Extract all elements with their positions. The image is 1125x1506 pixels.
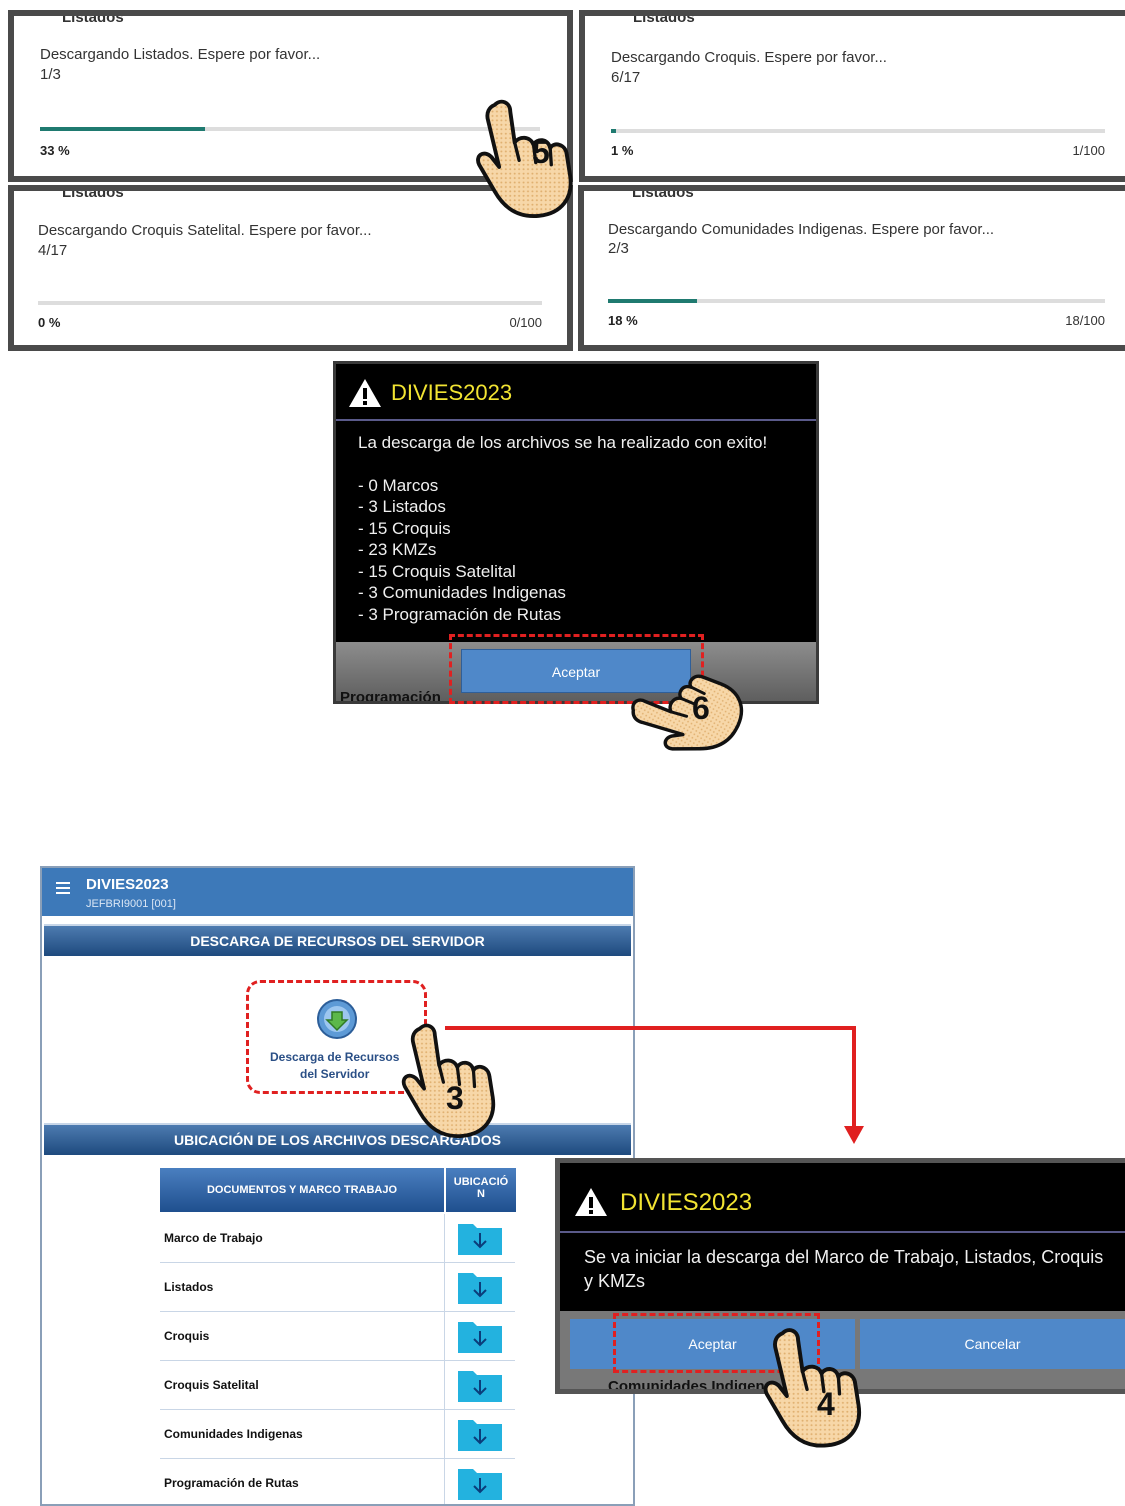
dialog-item: - 0 Marcos [358, 476, 439, 495]
app-title: DIVIES2023 [86, 876, 169, 893]
table-header-documents: DOCUMENTOS Y MARCO TRABAJO [160, 1168, 444, 1212]
pointing-hand-icon [472, 96, 584, 218]
folder-download-icon[interactable] [457, 1269, 503, 1305]
section-header-download: DESCARGA DE RECURSOS DEL SERVIDOR [44, 924, 631, 956]
progress-dialog-comunidades: Listados Descargando Comunidades Indigen… [578, 185, 1125, 351]
background-label: Listados [62, 185, 124, 201]
dialog-divider [560, 1231, 1125, 1233]
pointing-hand-icon [623, 654, 753, 762]
row-label: Marco de Trabajo [164, 1231, 263, 1245]
progress-count: 18/100 [1065, 313, 1105, 328]
progress-track [611, 129, 1105, 133]
row-label: Listados [164, 1280, 214, 1294]
dialog-item: - 15 Croquis Satelital [358, 562, 516, 581]
progress-step: 4/17 [38, 242, 68, 259]
dialog-message-line2: y KMZs [584, 1271, 645, 1291]
progress-track [608, 299, 1105, 303]
background-label: Listados [632, 185, 694, 201]
row-label: Croquis [164, 1329, 210, 1343]
row-label: Comunidades Indigenas [164, 1427, 303, 1441]
folder-download-icon[interactable] [457, 1367, 503, 1403]
files-table: DOCUMENTOS Y MARCO TRABAJO UBICACIÓ N Ma… [160, 1168, 517, 1504]
table-row: Listados [160, 1263, 515, 1312]
step-number-4: 4 [817, 1386, 835, 1422]
progress-dialog-croquis: Listados Descargando Croquis. Espere por… [579, 10, 1125, 182]
progress-step: 6/17 [611, 69, 641, 86]
table-row: Croquis Satelital [160, 1361, 515, 1410]
dialog-item: - 23 KMZs [358, 540, 437, 559]
folder-download-icon[interactable] [457, 1416, 503, 1452]
progress-count: 1/100 [1072, 143, 1105, 158]
table-row: Croquis [160, 1312, 515, 1361]
app-subtitle: JEFBRI9001 [001] [86, 898, 176, 910]
dialog-item: - 15 Croquis [358, 519, 451, 538]
row-label: Programación de Rutas [164, 1476, 299, 1490]
progress-message: Descargando Croquis Satelital. Espere po… [38, 222, 372, 239]
progress-fill [611, 129, 616, 133]
dialog-item: - 3 Comunidades Indigenas [358, 583, 566, 602]
dialog-item: - 3 Programación de Rutas [358, 605, 562, 624]
folder-download-icon[interactable] [457, 1465, 503, 1501]
warning-icon [575, 1188, 607, 1216]
progress-percent: 33 % [40, 143, 70, 158]
app-bar: DIVIES2023 JEFBRI9001 [001] [42, 868, 633, 916]
table-row: Programación de Rutas [160, 1459, 515, 1504]
background-text: Programación [340, 689, 441, 704]
progress-message: Descargando Comunidades Indigenas. Esper… [608, 221, 995, 238]
progress-count: 0/100 [509, 315, 542, 330]
dialog-divider [336, 419, 816, 421]
progress-track [38, 301, 542, 305]
flow-arrow [445, 1026, 864, 1144]
progress-track [40, 127, 540, 131]
app-screen: DIVIES2023 JEFBRI9001 [001] DESCARGA DE … [40, 866, 635, 1506]
step-number-6: 6 [692, 690, 710, 726]
table-row: Marco de Trabajo [160, 1214, 515, 1263]
progress-percent: 0 % [38, 315, 61, 330]
folder-download-icon[interactable] [457, 1318, 503, 1354]
progress-fill [40, 127, 205, 131]
pointing-hand-icon [760, 1320, 872, 1452]
background-text: Comunidades Indigenas [608, 1378, 782, 1394]
step-number-5: 5 [532, 134, 550, 170]
warning-icon [349, 379, 381, 407]
background-label: Listados [62, 10, 124, 26]
table-header-location: UBICACIÓ N [446, 1168, 516, 1212]
cancel-button[interactable]: Cancelar [860, 1319, 1125, 1369]
background-label: Listados [633, 10, 695, 26]
row-label: Croquis Satelital [164, 1378, 259, 1392]
progress-fill [608, 299, 698, 303]
folder-download-icon[interactable] [457, 1220, 503, 1256]
dialog-title: DIVIES2023 [620, 1189, 753, 1216]
dialog-item: - 3 Listados [358, 497, 446, 516]
progress-step: 1/3 [40, 66, 61, 83]
progress-step: 2/3 [608, 240, 629, 257]
menu-icon[interactable] [56, 882, 70, 894]
dialog-message-line1: Se va iniciar la descarga del Marco de T… [584, 1247, 1104, 1267]
progress-percent: 18 % [608, 313, 638, 328]
progress-message: Descargando Listados. Espere por favor..… [40, 46, 321, 63]
dialog-title: DIVIES2023 [391, 380, 513, 405]
table-row: Comunidades Indigenas [160, 1410, 515, 1459]
progress-percent: 1 % [611, 143, 634, 158]
dialog-message: La descarga de los archivos se ha realiz… [358, 433, 768, 452]
progress-message: Descargando Croquis. Espere por favor... [611, 49, 887, 66]
